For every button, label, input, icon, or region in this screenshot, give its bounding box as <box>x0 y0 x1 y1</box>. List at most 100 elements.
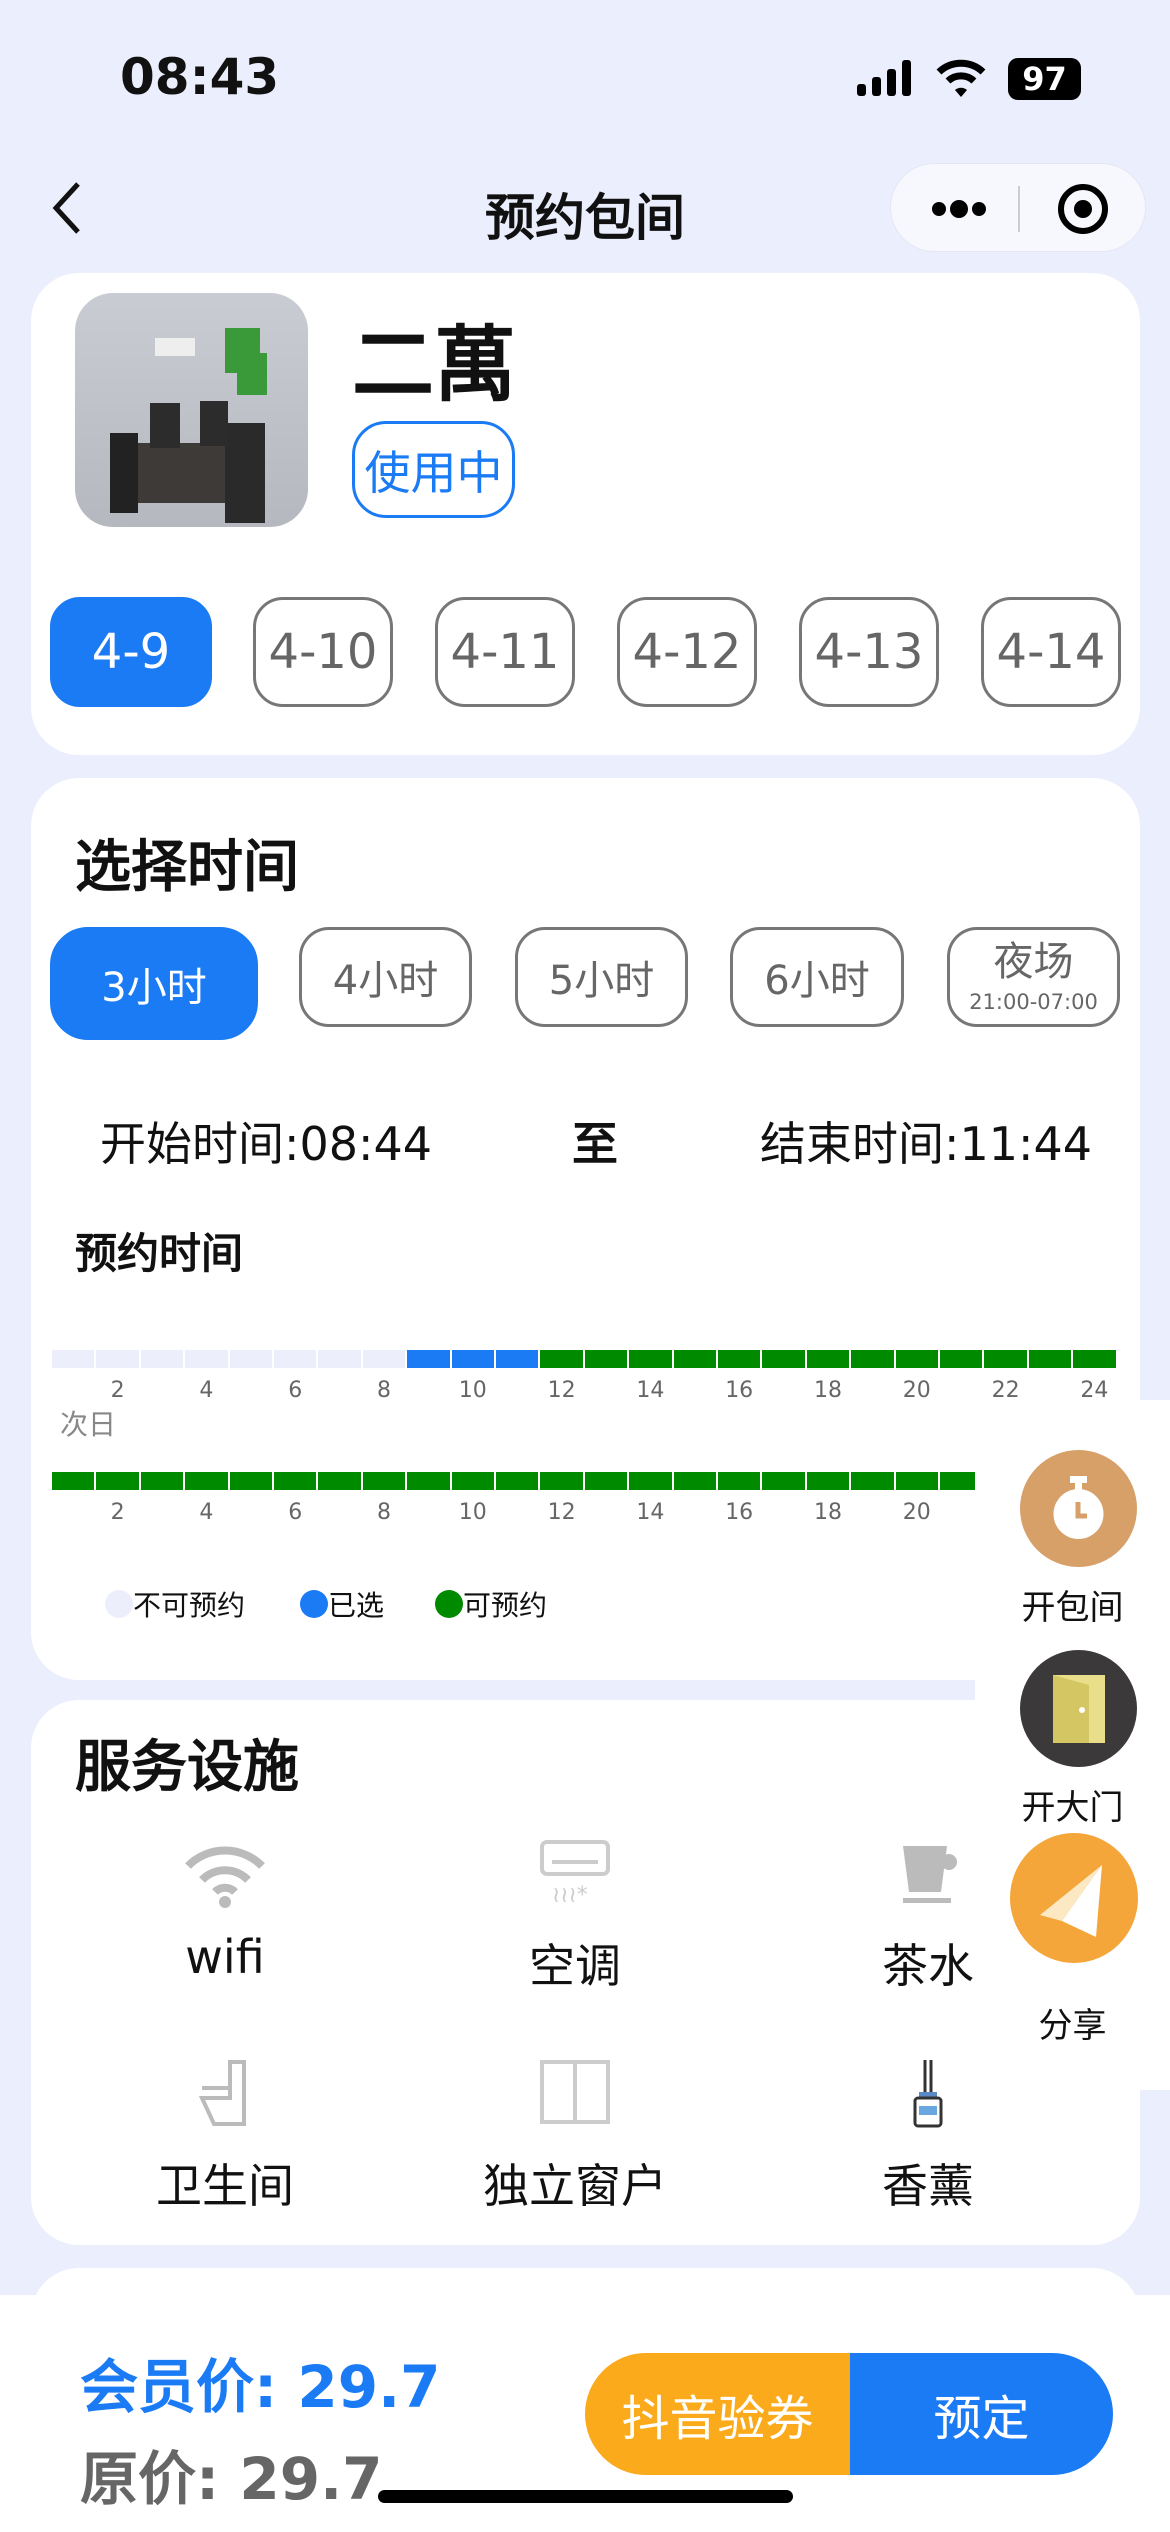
slot-available[interactable] <box>496 1472 539 1490</box>
slot-available[interactable] <box>806 1350 850 1368</box>
hour-tick: 12 <box>547 1500 576 1525</box>
slot-available[interactable] <box>718 1472 761 1490</box>
slot-available[interactable] <box>185 1472 228 1490</box>
home-indicator <box>378 2490 793 2503</box>
slot-selected[interactable] <box>496 1350 539 1368</box>
slot-available[interactable] <box>629 1472 672 1490</box>
slot-available[interactable] <box>52 1472 95 1490</box>
slot-available[interactable] <box>318 1472 361 1490</box>
slot-available[interactable] <box>1028 1350 1072 1368</box>
date-chip[interactable]: 4-13 <box>799 597 939 707</box>
end-time: 结束时间:11:44 <box>760 1117 1093 1171</box>
capsule-menu <box>890 163 1146 252</box>
slot-available[interactable] <box>762 1472 805 1490</box>
window-icon <box>425 2058 725 2128</box>
slot-available[interactable] <box>407 1472 450 1490</box>
legend-label: 可预约 <box>463 1589 548 1622</box>
target-icon[interactable] <box>1055 181 1111 241</box>
slot-available[interactable] <box>629 1350 672 1368</box>
slot-available[interactable] <box>673 1472 716 1490</box>
hour-tick: 4 <box>199 1378 214 1403</box>
slot-available[interactable] <box>851 1472 894 1490</box>
hour-tick: 18 <box>814 1378 842 1403</box>
slot-available[interactable] <box>229 1472 272 1490</box>
slot-available[interactable] <box>540 1350 583 1368</box>
slot-available[interactable] <box>1073 1350 1116 1368</box>
slot-selected[interactable] <box>451 1350 494 1368</box>
stopwatch-icon <box>1053 1476 1104 1539</box>
facility-label: wifi <box>185 1930 265 1984</box>
slot-selected[interactable] <box>407 1350 450 1368</box>
more-dots-icon[interactable] <box>929 194 999 224</box>
facility-item: wifi <box>75 1838 375 1984</box>
slot-available[interactable] <box>718 1350 761 1368</box>
slot-available[interactable] <box>940 1350 983 1368</box>
duration-chip[interactable]: 5小时 <box>515 927 688 1027</box>
slot-available[interactable] <box>451 1472 494 1490</box>
legend-item: 已选 <box>300 1584 384 1624</box>
slot-available[interactable] <box>584 1350 628 1368</box>
open-room-label: 开包间 <box>1021 1588 1124 1628</box>
date-chip[interactable]: 4-9 <box>50 597 212 707</box>
hour-tick: 12 <box>547 1378 576 1403</box>
slot-available[interactable] <box>895 1472 938 1490</box>
share-button[interactable] <box>1010 1833 1138 1963</box>
open-room-button[interactable] <box>1020 1450 1137 1567</box>
date-chip[interactable]: 4-10 <box>253 597 393 707</box>
slot-available[interactable] <box>762 1350 805 1368</box>
slot-available[interactable] <box>673 1350 716 1368</box>
slot-unavailable <box>318 1350 361 1368</box>
slot-unavailable <box>140 1350 184 1368</box>
signal-icon <box>857 60 913 96</box>
slot-available[interactable] <box>140 1472 184 1490</box>
room-status-badge: 使用中 <box>352 421 515 518</box>
duration-chip[interactable]: 夜场 21:00-07:00 <box>947 927 1120 1027</box>
facility-item: 卫生间 <box>75 2058 375 2216</box>
open-gate-button[interactable] <box>1020 1650 1137 1767</box>
time-section-title: 选择时间 <box>75 835 299 900</box>
hour-tick: 14 <box>636 1378 665 1403</box>
slot-unavailable <box>274 1350 317 1368</box>
paper-plane-icon <box>1040 1865 1102 1937</box>
start-time: 开始时间:08:44 <box>100 1117 433 1171</box>
duration-chip[interactable]: 4小时 <box>299 927 472 1027</box>
date-chip[interactable]: 4-14 <box>981 597 1121 707</box>
hour-tick: 14 <box>636 1500 665 1525</box>
facility-item: 独立窗户 <box>425 2058 725 2216</box>
facility-label: 卫生间 <box>156 2159 294 2213</box>
douyin-voucher-button[interactable]: 抖音验券 <box>585 2353 850 2475</box>
date-chip[interactable]: 4-11 <box>435 597 575 707</box>
slot-available[interactable] <box>584 1472 628 1490</box>
slot-available[interactable] <box>806 1472 850 1490</box>
slot-unavailable <box>185 1350 228 1368</box>
legend-item: 不可预约 <box>105 1584 245 1624</box>
wifi-status-icon <box>936 58 986 102</box>
slot-available[interactable] <box>96 1472 139 1490</box>
slot-available[interactable] <box>984 1350 1027 1368</box>
duration-chip[interactable]: 3小时 <box>50 927 258 1040</box>
slot-unavailable <box>96 1350 139 1368</box>
hour-tick: 6 <box>288 1378 303 1403</box>
wifi-icon <box>75 1838 375 1908</box>
legend-item: 可预约 <box>435 1584 547 1624</box>
slot-unavailable <box>229 1350 272 1368</box>
book-button[interactable]: 预定 <box>850 2353 1113 2475</box>
hour-tick: 8 <box>377 1378 391 1403</box>
air-conditioner-icon: ≀≀≀* <box>425 1838 725 1908</box>
next-day-label: 次日 <box>60 1408 117 1441</box>
slot-available[interactable] <box>851 1350 894 1368</box>
slot-available[interactable] <box>895 1350 938 1368</box>
share-label: 分享 <box>1038 2006 1107 2046</box>
slot-available[interactable] <box>540 1472 583 1490</box>
slot-available[interactable] <box>274 1472 317 1490</box>
room-name: 二萬 <box>352 318 517 413</box>
slot-available[interactable] <box>362 1472 406 1490</box>
original-price: 原价: 29.7 <box>80 2445 383 2513</box>
hour-tick: 4 <box>199 1500 214 1525</box>
duration-chip[interactable]: 6小时 <box>730 927 904 1027</box>
legend-label: 已选 <box>328 1589 385 1622</box>
battery-icon: 97 <box>1008 58 1081 100</box>
status-time: 08:43 <box>120 48 280 106</box>
date-chip[interactable]: 4-12 <box>617 597 757 707</box>
hour-tick: 16 <box>725 1378 754 1403</box>
